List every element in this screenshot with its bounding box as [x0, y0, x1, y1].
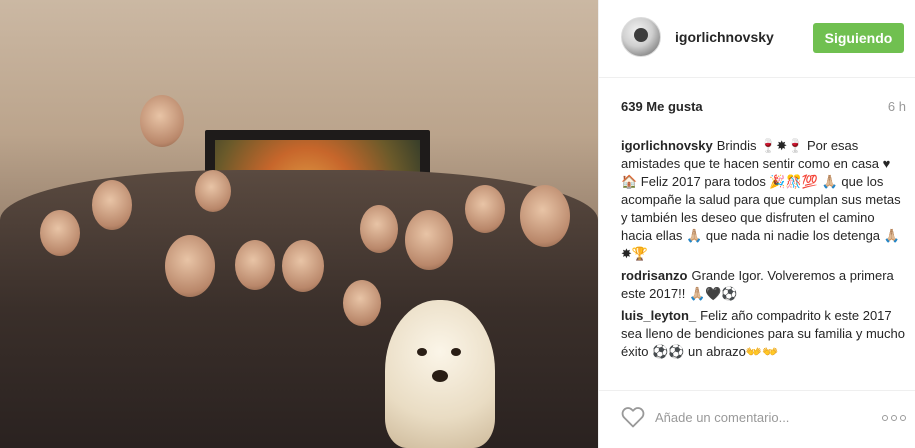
- person-head: [360, 205, 398, 253]
- heart-icon[interactable]: [621, 406, 645, 428]
- more-dot: [900, 415, 906, 421]
- more-dot: [882, 415, 888, 421]
- comments-list: igorlichnovsky Brindis 🍷✸🍷 Por esas amist…: [621, 137, 905, 365]
- post-photo[interactable]: [0, 0, 598, 448]
- comment-author[interactable]: rodrisanzo: [621, 268, 687, 283]
- likes-count[interactable]: 639 Me gusta: [621, 99, 703, 114]
- comment-text: Brindis 🍷✸🍷 Por esas amistades que te ha…: [621, 138, 901, 261]
- post-side-panel: igorlichnovsky Siguiendo 639 Me gusta 6 …: [598, 0, 915, 448]
- username-link[interactable]: igorlichnovsky: [675, 29, 774, 45]
- group-of-people: [0, 170, 598, 448]
- person-head: [465, 185, 505, 233]
- person-head: [195, 170, 231, 212]
- dog-nose: [432, 370, 448, 382]
- person-head: [40, 210, 80, 256]
- comment: igorlichnovsky Brindis 🍷✸🍷 Por esas amist…: [621, 137, 905, 263]
- post-header: igorlichnovsky Siguiendo: [599, 0, 915, 78]
- post-time[interactable]: 6 h: [888, 99, 906, 114]
- comment: luis_leyton_ Feliz año compadrito k este …: [621, 307, 905, 361]
- comment: rodrisanzo Grande Igor. Volveremos a prim…: [621, 267, 905, 303]
- post-stats: 639 Me gusta 6 h: [621, 99, 910, 117]
- dog: [385, 300, 495, 448]
- person-head: [520, 185, 570, 247]
- dog-eye: [451, 348, 461, 356]
- person-head: [235, 240, 275, 290]
- comment-author[interactable]: luis_leyton_: [621, 308, 696, 323]
- comment-author[interactable]: igorlichnovsky: [621, 138, 713, 153]
- person-head: [282, 240, 324, 292]
- person-head: [140, 95, 184, 147]
- person-head: [405, 210, 453, 270]
- dog-eye: [417, 348, 427, 356]
- person-head: [92, 180, 132, 230]
- more-dot: [891, 415, 897, 421]
- person-head: [165, 235, 215, 297]
- follow-button[interactable]: Siguiendo: [813, 23, 904, 53]
- comment-footer: [599, 390, 915, 448]
- avatar[interactable]: [621, 17, 661, 57]
- more-options-icon[interactable]: [879, 414, 906, 423]
- comment-input[interactable]: [655, 405, 855, 429]
- person-head: [343, 280, 381, 326]
